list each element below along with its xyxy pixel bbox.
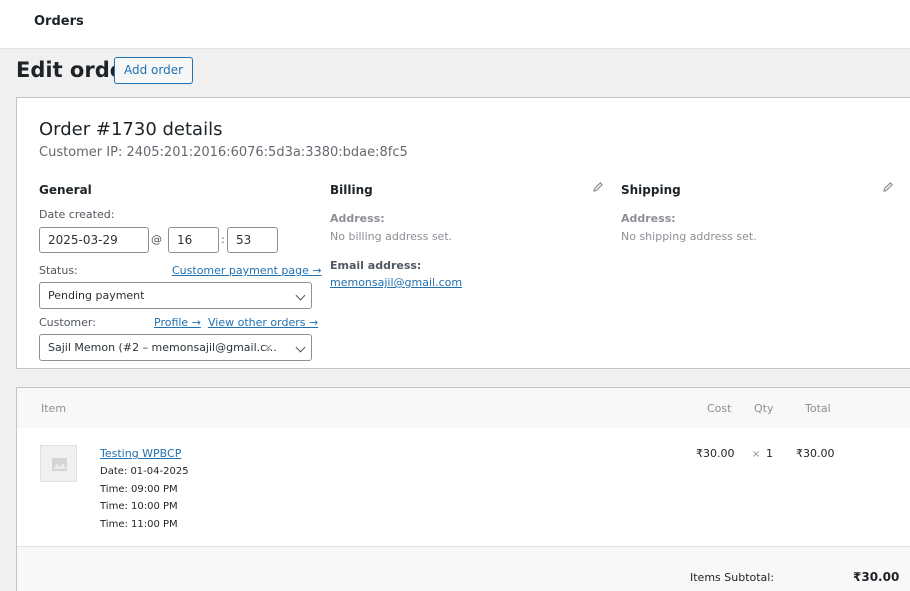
totals-section: Items Subtotal: ₹30.00 <box>17 546 910 591</box>
item-meta-time: Time: 11:00 PM <box>100 519 178 530</box>
column-header-item: Item <box>41 402 67 415</box>
shipping-address-value: No shipping address set. <box>621 230 757 243</box>
order-details-panel: Order #1730 details Customer IP: 2405:20… <box>16 97 910 369</box>
times-symbol: × <box>752 449 761 460</box>
date-created-input[interactable]: 2025-03-29 <box>39 227 149 253</box>
items-table-header: Item Cost Qty Total <box>17 388 910 428</box>
edit-shipping-pencil-icon[interactable] <box>882 181 894 193</box>
item-meta-date: Date: 01-04-2025 <box>100 466 189 477</box>
edit-billing-pencil-icon[interactable] <box>592 181 604 193</box>
order-title: Order #1730 details <box>39 119 223 140</box>
email-address-label: Email address: <box>330 259 422 272</box>
customer-value: Sajil Memon (#2 – memonsajil@gmail.c... <box>48 341 277 354</box>
column-header-cost: Cost <box>707 402 732 415</box>
topbar-title: Orders <box>34 14 84 29</box>
general-heading: General <box>39 183 92 197</box>
shipping-address-label: Address: <box>621 212 676 225</box>
billing-heading: Billing <box>330 183 373 197</box>
items-subtotal-value: ₹30.00 <box>853 570 900 584</box>
item-meta-time: Time: 09:00 PM <box>100 484 178 495</box>
minute-input[interactable]: 53 <box>227 227 278 253</box>
date-created-label: Date created: <box>39 208 115 221</box>
hour-input[interactable]: 16 <box>168 227 219 253</box>
chevron-down-icon <box>295 342 306 353</box>
add-order-button[interactable]: Add order <box>114 57 194 84</box>
top-bar: Orders <box>0 0 910 49</box>
customer-label: Customer: <box>39 316 96 329</box>
status-select[interactable]: Pending payment <box>39 282 312 309</box>
item-qty: 1 <box>766 447 773 460</box>
status-value: Pending payment <box>48 289 145 302</box>
column-header-qty: Qty <box>754 402 774 415</box>
billing-address-value: No billing address set. <box>330 230 453 243</box>
billing-address-label: Address: <box>330 212 385 225</box>
customer-ip: Customer IP: 2405:201:2016:6076:5d3a:338… <box>39 145 408 160</box>
order-items-panel: Item Cost Qty Total Testing WPBCP Date: … <box>16 387 910 591</box>
items-subtotal-label: Items Subtotal: <box>690 571 775 584</box>
image-placeholder-icon <box>52 458 67 471</box>
item-cost: ₹30.00 <box>696 447 735 460</box>
column-header-total: Total <box>805 402 831 415</box>
item-total: ₹30.00 <box>796 447 835 460</box>
email-link[interactable]: memonsajil@gmail.com <box>330 276 462 289</box>
colon-separator: : <box>221 233 225 246</box>
customer-payment-page-link[interactable]: Customer payment page → <box>172 264 322 277</box>
profile-link[interactable]: Profile → <box>154 316 201 329</box>
at-separator: @ <box>151 233 162 246</box>
customer-select[interactable]: Sajil Memon (#2 – memonsajil@gmail.c... … <box>39 334 312 361</box>
item-meta-time: Time: 10:00 PM <box>100 501 178 512</box>
status-label: Status: <box>39 264 78 277</box>
item-name-link[interactable]: Testing WPBCP <box>100 447 181 460</box>
chevron-down-icon <box>295 290 306 301</box>
shipping-heading: Shipping <box>621 183 681 197</box>
view-other-orders-link[interactable]: View other orders → <box>208 316 318 329</box>
product-thumbnail <box>40 445 77 482</box>
clear-customer-icon[interactable]: × <box>264 335 273 360</box>
